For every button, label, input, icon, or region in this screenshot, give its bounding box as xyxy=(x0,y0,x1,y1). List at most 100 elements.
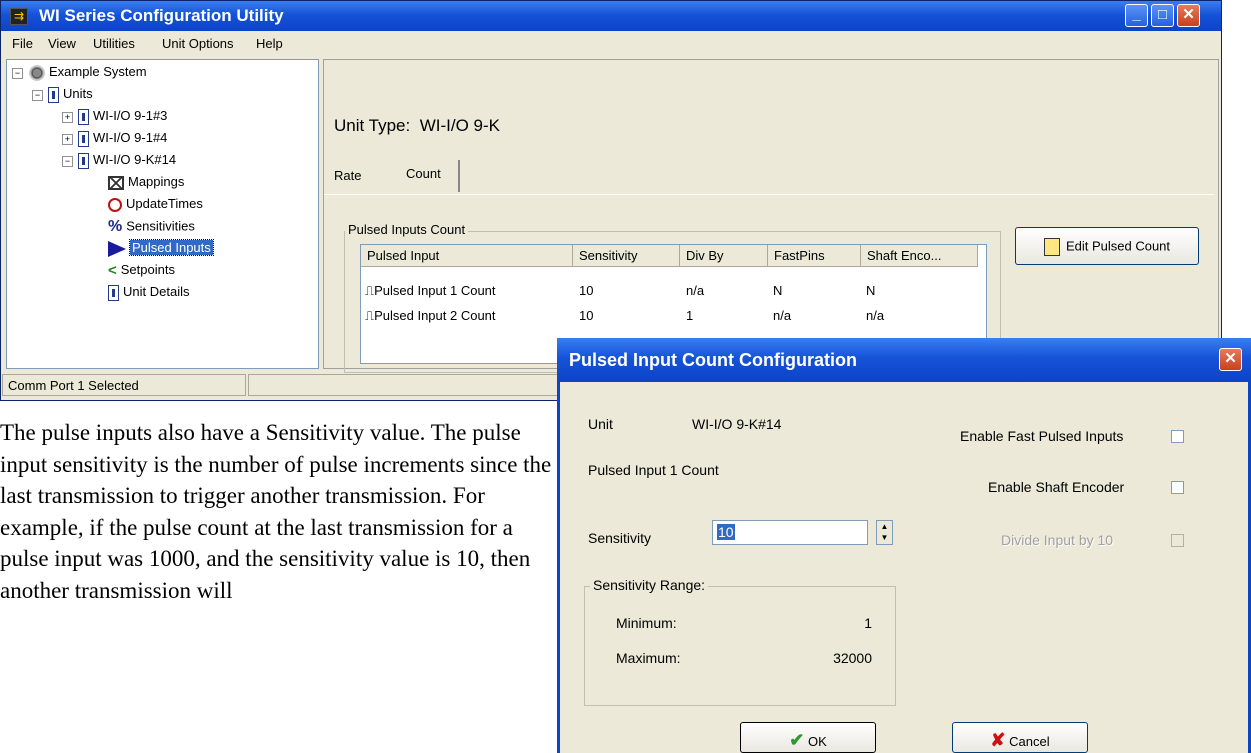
divide-label: Divide Input by 10 xyxy=(1001,532,1114,548)
enable-fast-checkbox[interactable] xyxy=(1171,430,1184,443)
tree-node-root[interactable]: Example System xyxy=(29,64,147,81)
unit-chip-icon xyxy=(78,108,89,125)
title-bar[interactable]: ⇉ WI Series Configuration Utility _ □ ✕ xyxy=(1,1,1221,31)
close-icon: ✕ xyxy=(1182,6,1195,23)
cell: 10 xyxy=(579,308,594,323)
min-label: Minimum: xyxy=(616,615,677,631)
column-header[interactable]: Shaft Enco... xyxy=(861,245,978,267)
tree-label: Mappings xyxy=(128,174,185,189)
collapse-icon[interactable]: − xyxy=(32,90,43,101)
tree-node-unit-1[interactable]: WI-I/O 9-1#3 xyxy=(78,108,167,125)
unit-type-value: WI-I/O 9-K xyxy=(419,116,500,135)
collapse-icon[interactable]: − xyxy=(12,68,23,79)
spin-down-icon[interactable]: ▼ xyxy=(877,532,892,543)
unit-value: WI-I/O 9-K#14 xyxy=(692,416,782,432)
tree-label: Sensitivities xyxy=(126,218,195,234)
setpoints-icon: < xyxy=(108,262,117,280)
column-header[interactable]: Div By xyxy=(680,245,768,267)
tree-label-unit-2: WI-I/O 9-1#4 xyxy=(93,130,168,145)
minimize-button[interactable]: _ xyxy=(1125,4,1148,27)
tree-node-unit-3[interactable]: WI-I/O 9-K#14 xyxy=(78,152,176,169)
tab-rate[interactable]: Rate xyxy=(334,168,361,183)
tree-node-mappings[interactable]: Mappings xyxy=(108,174,184,190)
mappings-icon xyxy=(108,175,124,190)
sensitivity-range-group xyxy=(584,586,896,706)
range-label: Sensitivity Range: xyxy=(590,577,709,593)
divide-checkbox xyxy=(1171,534,1184,547)
ok-label: OK xyxy=(807,734,827,749)
cell: n/a xyxy=(773,308,792,323)
tree-node-setpoints[interactable]: < Setpoints xyxy=(108,262,175,279)
tree-label-unit-1: WI-I/O 9-1#3 xyxy=(93,108,168,123)
group-label: Pulsed Inputs Count xyxy=(345,222,469,237)
tree-node-sensitivities[interactable]: % Sensitivities xyxy=(108,218,195,236)
cancel-button[interactable]: ✘ Cancel xyxy=(952,722,1088,753)
tree-node-unit-2[interactable]: WI-I/O 9-1#4 xyxy=(78,130,167,147)
dialog-title-bar[interactable]: Pulsed Input Count Configuration ✕ xyxy=(557,338,1251,382)
sensitivity-label: Sensitivity xyxy=(588,530,652,546)
collapse-icon[interactable]: − xyxy=(62,156,73,167)
min-value: 1 xyxy=(864,615,872,631)
max-value: 32000 xyxy=(833,650,872,666)
menu-unit-options[interactable]: Unit Options xyxy=(162,36,234,51)
cell: 10 xyxy=(579,283,594,298)
dialog-close-button[interactable]: ✕ xyxy=(1219,348,1242,371)
pulse-icon: ⎍ xyxy=(365,308,375,323)
cell: Pulsed Input 2 Count xyxy=(374,308,496,323)
unit-chip-icon xyxy=(48,86,59,103)
menu-help[interactable]: Help xyxy=(256,36,283,51)
cell: 1 xyxy=(686,308,694,323)
edit-pulsed-count-button[interactable]: Edit Pulsed Count xyxy=(1015,227,1199,265)
expand-icon[interactable]: + xyxy=(62,112,73,123)
spin-up-icon[interactable]: ▲ xyxy=(877,521,892,532)
max-label: Maximum: xyxy=(616,650,681,666)
enable-shaft-label: Enable Shaft Encoder xyxy=(988,479,1125,495)
clock-icon xyxy=(108,197,122,212)
expand-icon[interactable]: + xyxy=(62,134,73,145)
minimize-icon: _ xyxy=(1132,6,1141,23)
tree-node-unit-details[interactable]: Unit Details xyxy=(108,284,189,301)
status-text: Comm Port 1 Selected xyxy=(2,374,246,396)
tab-count[interactable]: Count xyxy=(390,160,460,192)
edit-icon xyxy=(1043,238,1060,256)
edit-button-label: Edit Pulsed Count xyxy=(1065,238,1171,254)
tab-divider xyxy=(324,194,1214,195)
sensitivity-spinner[interactable]: ▲ ▼ xyxy=(876,520,893,545)
column-header[interactable]: FastPins xyxy=(768,245,861,267)
tab-count-label: Count xyxy=(406,166,441,181)
unit-chip-icon xyxy=(108,284,119,301)
close-button[interactable]: ✕ xyxy=(1177,4,1200,27)
enable-fast-label: Enable Fast Pulsed Inputs xyxy=(960,428,1124,444)
column-header[interactable]: Sensitivity xyxy=(573,245,680,267)
dialog-title: Pulsed Input Count Configuration xyxy=(569,350,857,370)
sensitivity-input[interactable]: 10 xyxy=(712,520,868,545)
ok-button[interactable]: ✔ OK xyxy=(740,722,876,753)
tree-node-pulsed-inputs[interactable]: Pulsed Inputs xyxy=(108,239,214,257)
unit-label: Unit xyxy=(588,416,613,432)
tree-node-updatetimes[interactable]: UpdateTimes xyxy=(108,196,203,212)
menu-view[interactable]: View xyxy=(48,36,76,51)
cell: n/a xyxy=(866,308,885,323)
tree-label-selected: Pulsed Inputs xyxy=(129,239,214,256)
menu-bar: File View Utilities Unit Options Help xyxy=(2,32,1220,55)
tree-label-unit-3: WI-I/O 9-K#14 xyxy=(93,152,177,167)
pulsed-input-dialog: Pulsed Input Count Configuration ✕ Unit … xyxy=(557,338,1251,753)
window-title: WI Series Configuration Utility xyxy=(39,6,284,25)
table-row[interactable]: ⎍Pulsed Input 1 Count xyxy=(365,283,496,299)
unit-type-caption: Unit Type: xyxy=(334,116,411,135)
maximize-button[interactable]: □ xyxy=(1151,4,1174,27)
menu-utilities[interactable]: Utilities xyxy=(93,36,135,51)
status-cell xyxy=(248,374,568,396)
pulse-icon: ⎍ xyxy=(365,283,375,298)
system-icon xyxy=(29,64,45,81)
check-icon: ✔ xyxy=(789,730,805,750)
enable-shaft-checkbox[interactable] xyxy=(1171,481,1184,494)
table-row[interactable]: ⎍Pulsed Input 2 Count xyxy=(365,308,496,324)
menu-file[interactable]: File xyxy=(12,36,33,51)
column-header[interactable]: Pulsed Input xyxy=(361,245,573,267)
tree-label: Setpoints xyxy=(120,262,175,277)
tree-view[interactable]: − Example System − Units + WI-I/O 9-1#3 … xyxy=(6,59,319,369)
tree-node-units[interactable]: Units xyxy=(48,86,93,103)
description-paragraph: The pulse inputs also have a Sensitivity… xyxy=(0,420,552,603)
tree-label-root: Example System xyxy=(49,64,147,79)
